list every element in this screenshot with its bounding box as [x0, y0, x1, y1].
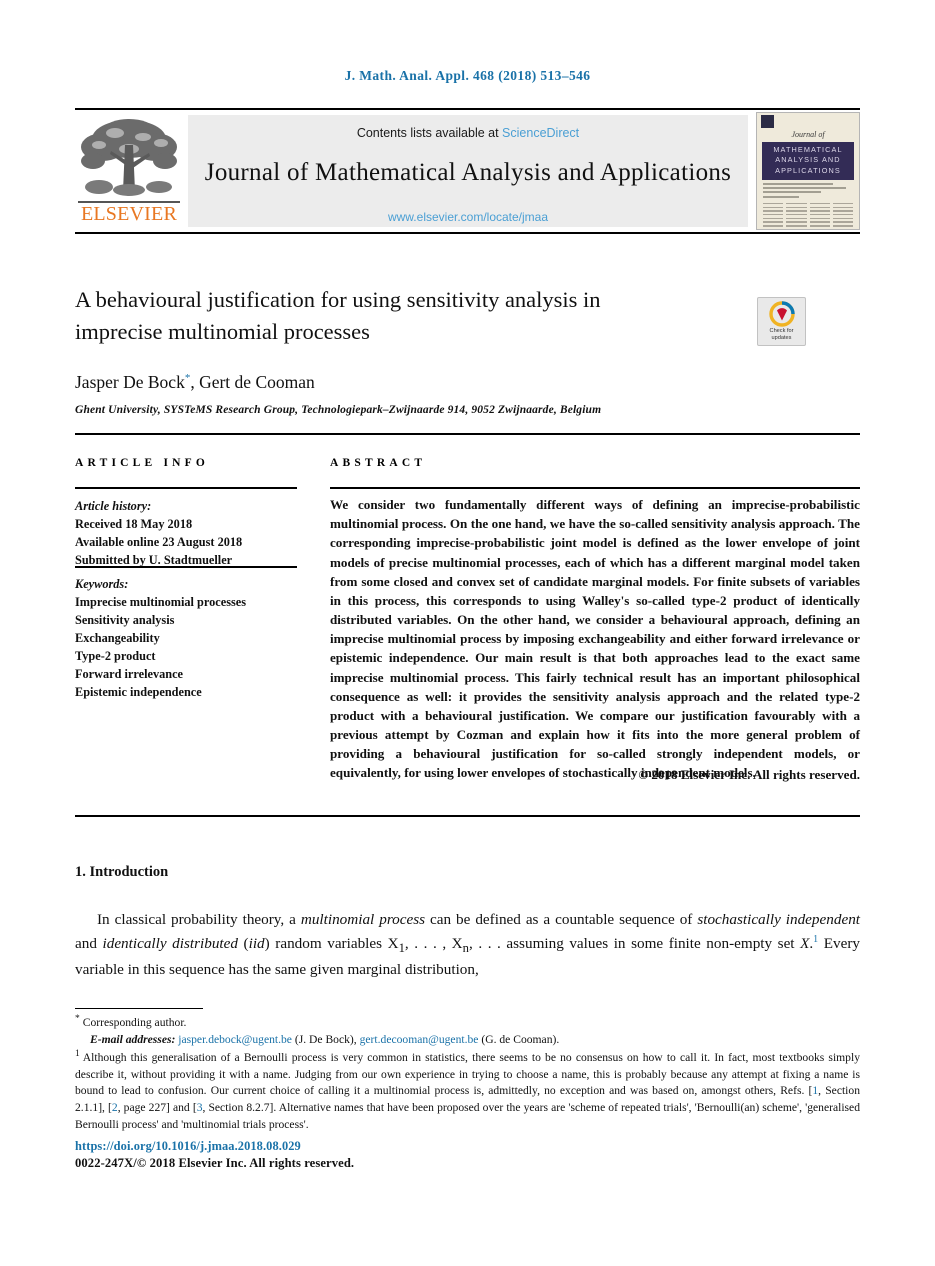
cover-title-band: MATHEMATICAL ANALYSIS AND APPLICATIONS: [762, 142, 854, 181]
intro-set-symbol: X: [800, 934, 810, 952]
intro-text-4: (: [237, 934, 249, 952]
abstract-copyright: © 2018 Elsevier Inc. All rights reserved…: [638, 767, 860, 782]
email-link-2[interactable]: gert.decooman@ugent.be: [360, 1033, 479, 1046]
intro-text-2: can be defined as a countable sequence o…: [425, 911, 698, 928]
intro-text-3: and: [75, 934, 103, 952]
author-name-1: Jasper De Bock: [75, 372, 185, 392]
masthead-top-rule: [75, 108, 860, 110]
cover-editor-lines: [757, 180, 859, 198]
intro-paragraph: In classical probability theory, a multi…: [75, 908, 860, 982]
contents-prefix: Contents lists available at: [356, 126, 503, 140]
abstract-heading: ABSTRACT: [330, 457, 427, 469]
footnotes-block: * Corresponding author. E-mail addresses:…: [75, 1013, 860, 1134]
keywords-block: Keywords: Imprecise multinomial processe…: [75, 575, 305, 701]
author-list: Jasper De Bock*, Gert de Cooman: [75, 372, 315, 393]
elsevier-logo: ELSEVIER: [75, 117, 183, 229]
keyword-item: Type-2 product: [75, 649, 156, 664]
sciencedirect-link[interactable]: ScienceDirect: [502, 126, 579, 140]
article-history-label: Article history:: [75, 499, 152, 513]
intro-emph-1: multinomial process: [300, 911, 426, 928]
intro-text-1: In classical probability theory, a: [97, 911, 301, 928]
article-history-item: Available online 23 August 2018: [75, 535, 243, 550]
crossmark-label-line1: Check for: [769, 328, 794, 334]
abstract-text: We consider two fundamentally different …: [330, 497, 860, 781]
article-info-rule-mid: [75, 566, 297, 568]
page-title: A behavioural justification for using se…: [75, 287, 601, 344]
footnote-email-addresses: E-mail addresses: jasper.debock@ugent.be…: [75, 1032, 860, 1049]
issn-copyright-line: 0022-247X/© 2018 Elsevier Inc. All right…: [75, 1156, 355, 1170]
crossmark-badge[interactable]: Check for updates: [757, 297, 806, 346]
footnote-note-1-text-a: Although this generalisation of a Bernou…: [75, 1051, 860, 1098]
footnote-note-1: 1 Although this generalisation of a Berno…: [75, 1048, 860, 1133]
cover-board-column: [763, 202, 784, 229]
doi-link[interactable]: https://doi.org/10.1016/j.jmaa.2018.08.0…: [75, 1139, 301, 1154]
email-link-1[interactable]: jasper.debock@ugent.be: [178, 1033, 292, 1046]
intro-emph-2: stochastically independent: [697, 911, 861, 928]
keywords-label: Keywords:: [75, 577, 129, 591]
author-name-rest: , Gert de Cooman: [190, 372, 315, 392]
keyword-item: Exchangeability: [75, 631, 160, 646]
masthead-center-panel: Contents lists available at ScienceDirec…: [188, 115, 748, 227]
contents-available-line: Contents lists available at ScienceDirec…: [188, 126, 748, 140]
journal-masthead: ELSEVIER Contents lists available at Sci…: [75, 112, 860, 230]
masthead-bottom-rule: [75, 232, 860, 234]
intro-text-5: ) random variables X: [264, 934, 399, 952]
title-block-rule: [75, 433, 860, 435]
cover-title-line-1: MATHEMATICAL: [773, 145, 843, 154]
crossmark-label-line2: updates: [771, 335, 792, 342]
abstract-rule-top: [330, 487, 860, 489]
email-owner-2: (G. de Cooman).: [481, 1032, 560, 1046]
cover-board-columns: [757, 200, 859, 229]
footnote-marker-asterisk: *: [75, 1014, 80, 1024]
intro-text-6: , . . . , X: [404, 934, 463, 952]
journal-cover-thumbnail: Journal of MATHEMATICAL ANALYSIS AND APP…: [756, 112, 860, 230]
intro-text-7: , . . . assuming values in some finite n…: [468, 934, 801, 952]
footnote-separator-rule: [75, 1008, 203, 1010]
crossmark-label: Check for updates: [758, 328, 805, 343]
intro-emph-4: iid: [248, 934, 265, 952]
article-info-heading: ARTICLE INFO: [75, 457, 210, 469]
running-head: J. Math. Anal. Appl. 468 (2018) 513–546: [344, 68, 591, 83]
section-heading-introduction: 1. Introduction: [75, 864, 168, 881]
affiliation: Ghent University, SYSTeMS Research Group…: [75, 404, 602, 416]
section-number: 1.: [75, 864, 86, 880]
cover-board-column: [809, 202, 830, 229]
cover-elsevier-mark-icon: [761, 115, 774, 128]
abstract-bottom-rule: [75, 815, 860, 817]
elsevier-tree-icon: [81, 119, 177, 196]
keyword-item: Imprecise multinomial processes: [75, 595, 247, 610]
article-history-block: Article history: Received 18 May 2018 Av…: [75, 497, 305, 569]
footnote-marker-1: 1: [75, 1049, 80, 1060]
cover-topbar: [757, 113, 859, 130]
crossmark-ring-icon: [768, 301, 795, 327]
footnote-corresponding-author: * Corresponding author.: [75, 1013, 860, 1032]
journal-homepage-link[interactable]: www.elsevier.com/locate/jmaa: [188, 210, 748, 224]
keyword-item: Sensitivity analysis: [75, 613, 175, 628]
journal-title: Journal of Mathematical Analysis and App…: [204, 159, 732, 186]
article-info-rule-top: [75, 487, 297, 489]
email-owner-1: (J. De Bock),: [294, 1032, 357, 1046]
elsevier-wordmark: ELSEVIER: [80, 203, 178, 225]
email-addresses-label: E-mail addresses:: [90, 1032, 176, 1046]
article-history-item: Received 18 May 2018: [75, 517, 193, 532]
paper-page: J. Math. Anal. Appl. 468 (2018) 513–546: [0, 0, 935, 1266]
keyword-item: Epistemic independence: [75, 685, 202, 700]
footnote-corresponding-text: Corresponding author.: [82, 1015, 187, 1029]
cover-journal-of-label: Journal of: [791, 130, 825, 139]
intro-emph-3: identically distributed: [102, 934, 238, 952]
cover-title-line-3: APPLICATIONS: [775, 165, 841, 175]
cover-board-column: [786, 202, 807, 229]
cover-board-column: [832, 202, 853, 229]
section-title: Introduction: [89, 864, 169, 880]
footnote-note-1-text-c: , page 227] and [: [117, 1101, 197, 1115]
cover-title-line-2: ANALYSIS AND: [775, 155, 841, 165]
keyword-item: Forward irrelevance: [75, 667, 184, 682]
